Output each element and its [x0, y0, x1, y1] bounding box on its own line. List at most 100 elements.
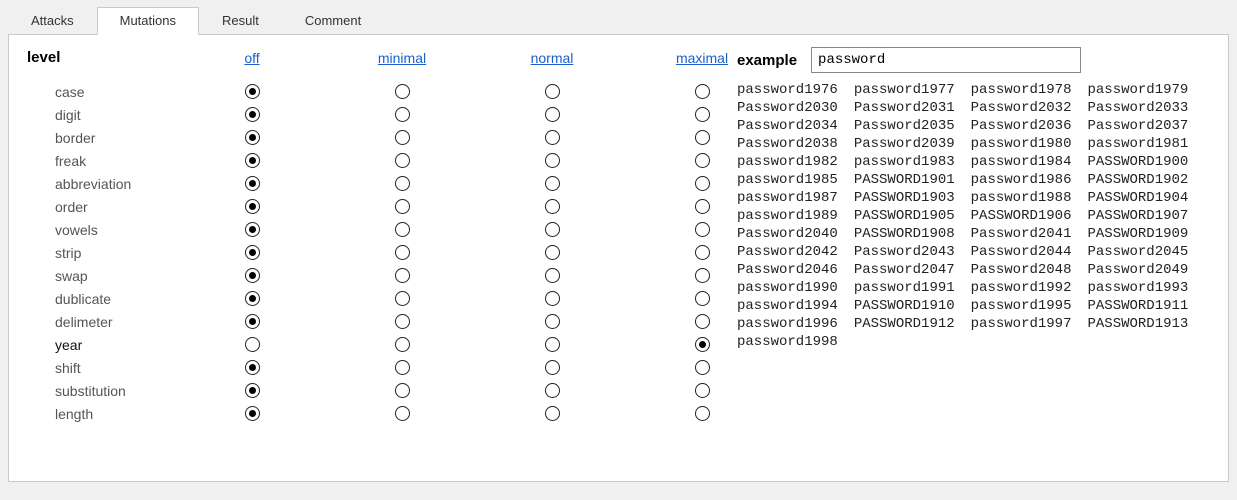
- tab-mutations[interactable]: Mutations: [97, 7, 199, 35]
- radio-strip-maximal[interactable]: [695, 245, 710, 260]
- example-result-item: password1989: [737, 207, 838, 225]
- radio-border-normal[interactable]: [545, 130, 560, 145]
- radio-vowels-maximal[interactable]: [695, 222, 710, 237]
- example-result-item: password1984: [971, 153, 1072, 171]
- radio-case-off[interactable]: [245, 84, 260, 99]
- example-result-item: PASSWORD1905: [854, 207, 955, 225]
- example-results: password1976password1977password1978pass…: [737, 81, 1206, 351]
- radio-border-off[interactable]: [245, 130, 260, 145]
- radio-length-minimal[interactable]: [395, 406, 410, 421]
- radio-delimeter-minimal[interactable]: [395, 314, 410, 329]
- radio-swap-minimal[interactable]: [395, 268, 410, 283]
- example-result-item: PASSWORD1910: [854, 297, 955, 315]
- example-result-item: Password2044: [971, 243, 1072, 261]
- example-results-scroll[interactable]: password1976password1977password1978pass…: [737, 81, 1210, 437]
- radio-delimeter-normal[interactable]: [545, 314, 560, 329]
- radio-cell: [477, 153, 627, 168]
- radio-cell: [327, 268, 477, 283]
- radio-case-minimal[interactable]: [395, 84, 410, 99]
- radio-shift-minimal[interactable]: [395, 360, 410, 375]
- radio-freak-minimal[interactable]: [395, 153, 410, 168]
- radio-strip-off[interactable]: [245, 245, 260, 260]
- radio-year-off[interactable]: [245, 337, 260, 352]
- radio-swap-normal[interactable]: [545, 268, 560, 283]
- example-result-item: Password2038: [737, 135, 838, 153]
- radio-dublicate-minimal[interactable]: [395, 291, 410, 306]
- radio-vowels-minimal[interactable]: [395, 222, 410, 237]
- tab-attacks[interactable]: Attacks: [8, 7, 97, 34]
- radio-shift-maximal[interactable]: [695, 360, 710, 375]
- radio-year-minimal[interactable]: [395, 337, 410, 352]
- radio-substitution-normal[interactable]: [545, 383, 560, 398]
- radio-length-maximal[interactable]: [695, 406, 710, 421]
- mutation-label: vowels: [27, 222, 177, 238]
- radio-swap-maximal[interactable]: [695, 268, 710, 283]
- mutation-label: border: [27, 130, 177, 146]
- tab-result[interactable]: Result: [199, 7, 282, 34]
- mutation-row-order: order: [27, 195, 727, 218]
- radio-border-maximal[interactable]: [695, 130, 710, 145]
- radio-freak-off[interactable]: [245, 153, 260, 168]
- radio-order-maximal[interactable]: [695, 199, 710, 214]
- radio-length-normal[interactable]: [545, 406, 560, 421]
- radio-substitution-off[interactable]: [245, 383, 260, 398]
- radio-cell: [177, 130, 327, 145]
- radio-cell: [177, 291, 327, 306]
- radio-digit-minimal[interactable]: [395, 107, 410, 122]
- radio-cell: [327, 337, 477, 352]
- example-input[interactable]: [811, 47, 1081, 73]
- radio-digit-maximal[interactable]: [695, 107, 710, 122]
- mutation-label: order: [27, 199, 177, 215]
- radio-length-off[interactable]: [245, 406, 260, 421]
- radio-substitution-minimal[interactable]: [395, 383, 410, 398]
- example-result-item: Password2039: [854, 135, 955, 153]
- radio-border-minimal[interactable]: [395, 130, 410, 145]
- radio-order-normal[interactable]: [545, 199, 560, 214]
- level-header-row: level off minimal normal maximal: [27, 49, 727, 66]
- level-col-off[interactable]: off: [177, 50, 327, 66]
- radio-strip-minimal[interactable]: [395, 245, 410, 260]
- level-col-normal[interactable]: normal: [477, 50, 627, 66]
- radio-delimeter-off[interactable]: [245, 314, 260, 329]
- radio-case-maximal[interactable]: [695, 84, 710, 99]
- example-result-item: Password2048: [971, 261, 1072, 279]
- radio-substitution-maximal[interactable]: [695, 383, 710, 398]
- example-result-item: PASSWORD1912: [854, 315, 955, 333]
- radio-cell: [327, 130, 477, 145]
- radio-abbreviation-off[interactable]: [245, 176, 260, 191]
- radio-vowels-normal[interactable]: [545, 222, 560, 237]
- example-result-item: password1990: [737, 279, 838, 297]
- radio-order-minimal[interactable]: [395, 199, 410, 214]
- radio-abbreviation-maximal[interactable]: [695, 176, 710, 191]
- radio-freak-maximal[interactable]: [695, 153, 710, 168]
- radio-dublicate-maximal[interactable]: [695, 291, 710, 306]
- mutation-row-vowels: vowels: [27, 218, 727, 241]
- radio-case-normal[interactable]: [545, 84, 560, 99]
- radio-year-normal[interactable]: [545, 337, 560, 352]
- mutation-row-digit: digit: [27, 103, 727, 126]
- radio-strip-normal[interactable]: [545, 245, 560, 260]
- radio-order-off[interactable]: [245, 199, 260, 214]
- radio-delimeter-maximal[interactable]: [695, 314, 710, 329]
- tab-comment[interactable]: Comment: [282, 7, 384, 34]
- radio-digit-normal[interactable]: [545, 107, 560, 122]
- radio-vowels-off[interactable]: [245, 222, 260, 237]
- radio-abbreviation-normal[interactable]: [545, 176, 560, 191]
- radio-cell: [477, 222, 627, 237]
- example-result-item: Password2034: [737, 117, 838, 135]
- mutation-row-strip: strip: [27, 241, 727, 264]
- radio-freak-normal[interactable]: [545, 153, 560, 168]
- radio-dublicate-off[interactable]: [245, 291, 260, 306]
- radio-digit-off[interactable]: [245, 107, 260, 122]
- radio-cell: [327, 199, 477, 214]
- example-result-item: PASSWORD1913: [1087, 315, 1188, 333]
- radio-cell: [177, 406, 327, 421]
- radio-shift-off[interactable]: [245, 360, 260, 375]
- radio-abbreviation-minimal[interactable]: [395, 176, 410, 191]
- radio-year-maximal[interactable]: [695, 337, 710, 352]
- mutation-label: case: [27, 84, 177, 100]
- radio-dublicate-normal[interactable]: [545, 291, 560, 306]
- radio-shift-normal[interactable]: [545, 360, 560, 375]
- level-col-minimal[interactable]: minimal: [327, 50, 477, 66]
- radio-swap-off[interactable]: [245, 268, 260, 283]
